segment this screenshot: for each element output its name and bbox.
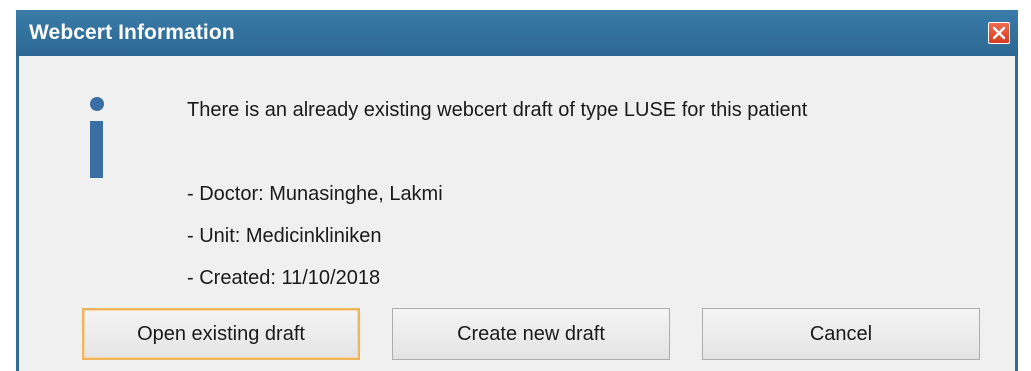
open-existing-draft-button[interactable]: Open existing draft bbox=[82, 308, 360, 360]
close-button[interactable] bbox=[988, 22, 1010, 44]
webcert-info-dialog: Webcert Information There is an already … bbox=[16, 10, 1018, 371]
dialog-titlebar[interactable]: Webcert Information bbox=[16, 10, 1018, 56]
detail-doctor: - Doctor: Munasinghe, Lakmi bbox=[187, 183, 443, 205]
dialog-title: Webcert Information bbox=[29, 21, 235, 44]
detail-unit: - Unit: Medicinkliniken bbox=[187, 225, 382, 247]
dialog-message: There is an already existing webcert dra… bbox=[187, 99, 808, 121]
dialog-content: There is an already existing webcert dra… bbox=[19, 56, 1015, 371]
detail-created: - Created: 11/10/2018 bbox=[187, 267, 381, 289]
info-icon bbox=[90, 97, 104, 178]
cancel-button[interactable]: Cancel bbox=[702, 308, 980, 360]
create-new-draft-button[interactable]: Create new draft bbox=[392, 308, 670, 360]
close-icon bbox=[992, 26, 1006, 40]
